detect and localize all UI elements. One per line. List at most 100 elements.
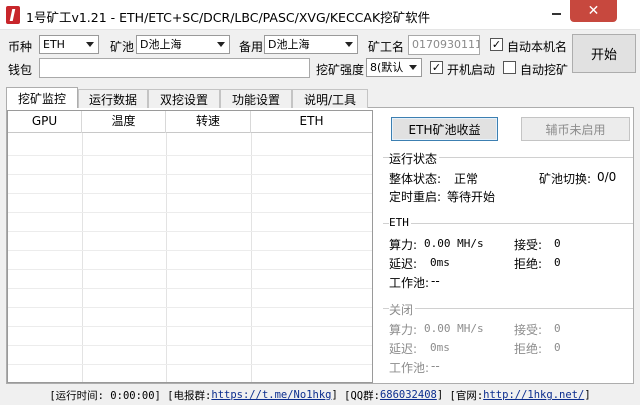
qq-link[interactable]: 686032408 (380, 389, 437, 401)
qq-suffix: ] (436, 389, 444, 401)
pool-select[interactable]: D池上海 (136, 35, 230, 54)
pool-earnings-button[interactable]: ETH矿池收益 (391, 117, 498, 141)
off-pool-value: -- (431, 359, 440, 373)
site-suffix: ] (584, 389, 591, 401)
grid-line (8, 345, 372, 346)
eth-rejected-value: 0 (554, 256, 561, 269)
site-link[interactable]: http://1hkg.net/ (483, 389, 584, 401)
eth-stats-group: ETH 算力: 0.00 MH/s 接受: 0 延迟: 0ms 拒绝: 0 工作… (383, 216, 633, 291)
backup-pool-select-value: D池上海 (268, 38, 310, 51)
checkmark-icon: ✓ (431, 61, 442, 74)
column-header-eth[interactable]: ETH (251, 111, 372, 133)
eth-accepted-label: 接受: (514, 238, 543, 252)
tab-dual-mining[interactable]: 双挖设置 (148, 89, 220, 108)
wallet-label: 钱包 (8, 63, 33, 77)
backup-pool-select[interactable]: D池上海 (264, 35, 358, 54)
intensity-select-value: 8(默认 (370, 61, 404, 74)
chevron-down-icon (345, 42, 353, 47)
eth-latency-value: 0ms (430, 256, 450, 269)
eth-pool-label: 工作池: (389, 276, 430, 290)
pool-switch-value: 0/0 (597, 170, 617, 184)
grid-line (8, 212, 372, 213)
window-title: 1号矿工v1.21 - ETH/ETC+SC/DCR/LBC/PASC/XVG/… (26, 10, 431, 25)
grid-line (8, 269, 372, 270)
off-stats-group: 关闭 算力: 0.00 MH/s 接受: 0 延迟: 0ms 拒绝: 0 工作池… (383, 301, 633, 376)
overall-status-label: 整体状态: (389, 172, 442, 186)
worker-name-input[interactable]: 01709301114 (408, 35, 480, 55)
close-button[interactable]: ✕ (570, 0, 617, 22)
grid-line (8, 231, 372, 232)
site-prefix: [官网: (449, 389, 484, 402)
run-status-title: 运行状态 (389, 150, 440, 167)
off-pool-label: 工作池: (389, 361, 430, 375)
grid-line (8, 288, 372, 289)
grid-line (8, 250, 372, 251)
backup-pool-label: 备用 (239, 40, 264, 54)
column-header-gpu[interactable]: GPU (8, 111, 82, 133)
auto-mine-checkbox[interactable] (503, 61, 516, 74)
eth-hashrate-value: 0.00 MH/s (424, 237, 484, 250)
autostart-boot-label: 开机启动 (447, 63, 496, 77)
checkmark-icon: ✓ (491, 38, 502, 51)
auto-worker-checkbox[interactable]: ✓ (490, 38, 503, 51)
aux-coin-button[interactable]: 辅币未启用 (521, 117, 630, 141)
chevron-down-icon (86, 42, 94, 47)
off-accepted-label: 接受: (514, 323, 543, 337)
worker-name-label: 矿工名 (368, 40, 405, 54)
app-logo-icon (6, 6, 20, 24)
intensity-label: 挖矿强度 (316, 63, 365, 77)
eth-rejected-label: 拒绝: (514, 257, 543, 271)
auto-worker-label: 自动本机名 (507, 40, 568, 54)
column-header-fan-speed[interactable]: 转速 (166, 111, 251, 133)
pool-select-value: D池上海 (140, 38, 182, 51)
qq-prefix: [QQ群: (344, 389, 380, 402)
gpu-table[interactable]: GPU 温度 转速 ETH (7, 110, 373, 383)
eth-accepted-value: 0 (554, 237, 561, 250)
telegram-link[interactable]: https://t.me/No1hkg (211, 389, 331, 401)
off-rejected-label: 拒绝: (514, 342, 543, 356)
chevron-down-icon (217, 42, 225, 47)
pool-switch-label: 矿池切换: (539, 172, 592, 186)
coin-label: 币种 (8, 40, 33, 54)
start-button[interactable]: 开始 (572, 34, 636, 73)
grid-line (8, 326, 372, 327)
off-rejected-value: 0 (554, 341, 561, 354)
timed-restart-label: 定时重启: (389, 190, 442, 204)
grid-line (8, 155, 372, 156)
autostart-boot-checkbox[interactable]: ✓ (430, 61, 443, 74)
eth-latency-label: 延迟: (389, 257, 418, 271)
off-stats-title: 关闭 (389, 301, 416, 318)
telegram-suffix: ] (331, 389, 338, 401)
off-hashrate-label: 算力: (389, 323, 418, 337)
runtime-text: [运行时间: 0:00:00] (49, 389, 161, 402)
telegram-prefix: [电报群: (167, 389, 212, 402)
tab-run-data[interactable]: 运行数据 (78, 89, 148, 108)
pool-label: 矿池 (110, 40, 135, 54)
run-status-group: 运行状态 整体状态: 正常 矿池切换: 0/0 定时重启: 等待开始 (383, 150, 633, 209)
eth-pool-value: -- (431, 274, 440, 288)
tab-help-tools[interactable]: 说明/工具 (292, 89, 368, 108)
grid-line (8, 193, 372, 194)
timed-restart-value: 等待开始 (447, 190, 496, 204)
coin-select[interactable]: ETH (39, 35, 99, 54)
eth-stats-title: ETH (389, 216, 411, 229)
wallet-input[interactable] (39, 58, 310, 78)
tab-mining-monitor[interactable]: 挖矿监控 (6, 87, 78, 108)
tab-function-settings[interactable]: 功能设置 (220, 89, 292, 108)
grid-line (8, 174, 372, 175)
off-latency-value: 0ms (430, 341, 450, 354)
gpu-table-header: GPU 温度 转速 ETH (8, 111, 372, 133)
chevron-down-icon (409, 65, 417, 70)
grid-line (8, 307, 372, 308)
title-bar: 1号矿工v1.21 - ETH/ETC+SC/DCR/LBC/PASC/XVG/… (0, 0, 640, 30)
grid-line (8, 364, 372, 365)
off-latency-label: 延迟: (389, 342, 418, 356)
intensity-select[interactable]: 8(默认 (366, 58, 422, 77)
coin-select-value: ETH (43, 38, 65, 51)
minimize-button[interactable] (543, 0, 569, 22)
off-accepted-value: 0 (554, 322, 561, 335)
auto-mine-label: 自动挖矿 (520, 63, 569, 77)
column-header-temperature[interactable]: 温度 (82, 111, 166, 133)
overall-status-value: 正常 (454, 172, 479, 186)
status-bar: [运行时间: 0:00:00] [电报群: https://t.me/No1hkg… (0, 385, 640, 405)
